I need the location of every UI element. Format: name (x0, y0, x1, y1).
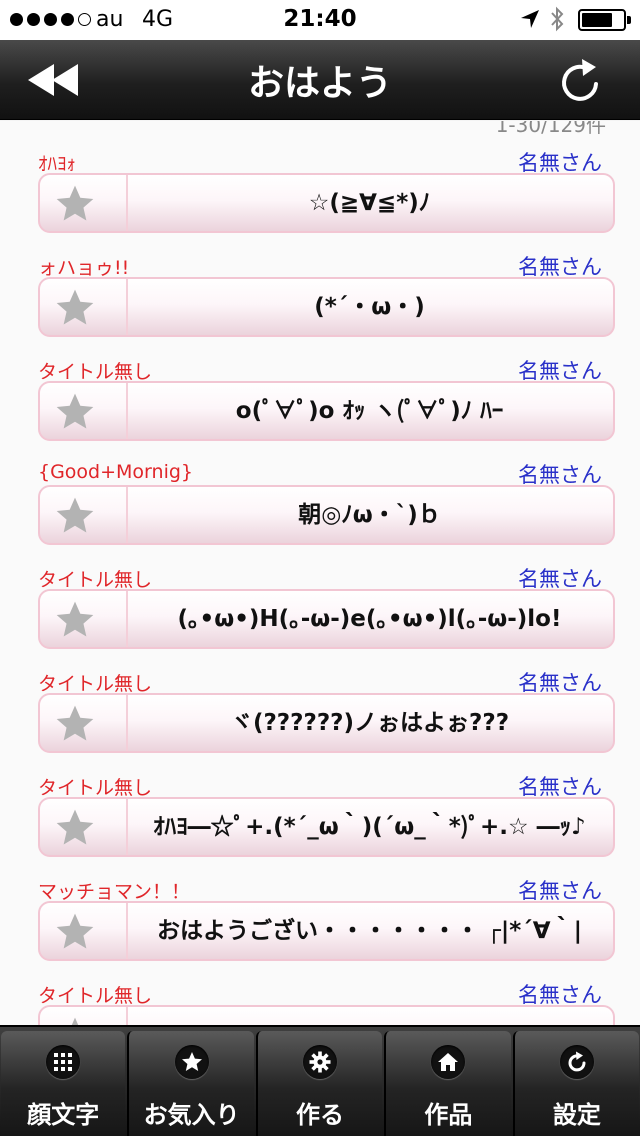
star-icon[interactable] (52, 1014, 98, 1025)
divider (126, 175, 128, 231)
divider (126, 591, 128, 647)
kaomoji-card[interactable]: おはようござい・・・・・・・ ┌|*´∀｀| (38, 901, 615, 961)
divider (126, 1007, 128, 1025)
result-counter: 1-30/129件 (495, 121, 606, 137)
divider (126, 903, 128, 959)
star-icon (174, 1045, 209, 1079)
kaomoji-card[interactable]: o(ﾟ∀ﾟ)o ｵｯ ヽ(ﾟ∀ﾟ)ﾉ ﾊｰ (38, 381, 615, 441)
entry-title: タイトル無し (38, 985, 153, 1007)
refresh-icon (559, 1045, 594, 1079)
bluetooth-icon (551, 6, 564, 32)
kaomoji-card[interactable]: ☆(≧∀≦*)ﾉ (38, 173, 615, 233)
home-icon (431, 1045, 466, 1079)
entry-title: タイトル無し (38, 777, 153, 799)
list-item[interactable]: {Good+Mornig} 名無さん 朝◎ﾉω・`)ｂ (0, 461, 640, 565)
divider (126, 487, 128, 543)
kaomoji-card[interactable]: 朝◎ﾉω・`)ｂ (38, 485, 615, 545)
kaomoji-card[interactable]: (*´・ω・) (38, 277, 615, 337)
entry-title: {Good+Mornig} (38, 461, 194, 483)
list-item[interactable]: タイトル無し 名無さん ヾ(??????)ノぉはよぉ??? (0, 669, 640, 773)
entry-title: マッチョマン！！ (38, 881, 191, 903)
star-icon[interactable] (52, 598, 98, 642)
tab-kaomoji[interactable]: 顔文字 (1, 1031, 126, 1136)
tab-label: 作品 (424, 1101, 473, 1129)
list-item[interactable]: マッチョマン！！ 名無さん おはようござい・・・・・・・ ┌|*´∀｀| (0, 877, 640, 981)
divider (126, 695, 128, 751)
kaomoji-text[interactable]: ☆(≧∀≦*)ﾉ (130, 175, 609, 231)
battery-icon (578, 9, 631, 31)
navigation-bar: おはよう (0, 40, 640, 120)
entry-title: ｵﾊﾖｫ (38, 153, 77, 175)
kaomoji-text[interactable]: o(ﾟ∀ﾟ)o ｵｯ ヽ(ﾟ∀ﾟ)ﾉ ﾊｰ (130, 383, 609, 439)
list-item[interactable]: タイトル無し 名無さん o(ﾟ∀ﾟ)o ｵｯ ヽ(ﾟ∀ﾟ)ﾉ ﾊｰ (0, 357, 640, 461)
status-time: 21:40 (283, 6, 357, 32)
kaomoji-text[interactable]: ｵﾊﾖ―☆ﾟ+.(*´_ω｀)(´ω_｀*)ﾟ+.☆ ―ｯ♪ (130, 799, 609, 855)
star-icon[interactable] (52, 806, 98, 850)
divider (126, 383, 128, 439)
tab-label: 作る (296, 1101, 345, 1129)
divider (126, 279, 128, 335)
tab-bar: 顔文字 お気入り 作る 作品 設定 (0, 1025, 640, 1136)
tab-create[interactable]: 作る (255, 1031, 383, 1136)
location-arrow-icon (521, 10, 539, 28)
kaomoji-text[interactable]: おはようござい・・・・・・・ ┌|*´∀｀| (130, 903, 609, 959)
star-icon[interactable] (52, 182, 98, 226)
kaomoji-text[interactable]: (*´・ω・) (130, 279, 609, 335)
list-item[interactable]: タイトル無し 名無さん (｡•ω•)H(｡-ω-)e(｡•ω•)l(｡-ω-)lo! (0, 565, 640, 669)
tab-label: 設定 (552, 1101, 601, 1129)
star-icon[interactable] (52, 286, 98, 330)
kaomoji-card[interactable]: ヾ(??????)ノぉはよぉ??? (38, 693, 615, 753)
tab-works[interactable]: 作品 (384, 1031, 511, 1136)
tab-favorites[interactable]: お気入り (127, 1031, 254, 1136)
kaomoji-text[interactable] (130, 1007, 609, 1025)
tab-label: お気入り (143, 1101, 240, 1129)
refresh-icon[interactable] (556, 56, 608, 108)
star-icon[interactable] (52, 390, 98, 434)
star-icon[interactable] (52, 910, 98, 954)
kaomoji-text[interactable]: (｡•ω•)H(｡-ω-)e(｡•ω•)l(｡-ω-)lo! (130, 591, 609, 647)
kaomoji-card[interactable] (38, 1005, 615, 1025)
star-icon[interactable] (52, 494, 98, 538)
divider (126, 799, 128, 855)
gear-icon (303, 1045, 338, 1079)
kaomoji-text[interactable]: ヾ(??????)ノぉはよぉ??? (130, 695, 609, 751)
list-item[interactable]: ォハョゥ!! 名無さん (*´・ω・) (0, 253, 640, 357)
star-icon[interactable] (52, 702, 98, 746)
list-item[interactable]: タイトル無し 名無さん (0, 981, 640, 1025)
page-title: おはよう (247, 63, 392, 104)
entry-title: タイトル無し (38, 569, 153, 591)
kaomoji-card[interactable]: ｵﾊﾖ―☆ﾟ+.(*´_ω｀)(´ω_｀*)ﾟ+.☆ ―ｯ♪ (38, 797, 615, 857)
kaomoji-list[interactable]: 1-30/129件 ｵﾊﾖｫ 名無さん ☆(≧∀≦*)ﾉ ォハョゥ!! 名無さん (*´・… (0, 121, 640, 1025)
list-item[interactable]: タイトル無し 名無さん ｵﾊﾖ―☆ﾟ+.(*´_ω｀)(´ω_｀*)ﾟ+.☆ ―ｯ♪ (0, 773, 640, 877)
status-bar: au 4G 21:40 (0, 0, 640, 40)
kaomoji-text[interactable]: 朝◎ﾉω・`)ｂ (130, 487, 609, 543)
entry-title: タイトル無し (38, 361, 153, 383)
entry-title: タイトル無し (38, 673, 153, 695)
list-item[interactable]: ｵﾊﾖｫ 名無さん ☆(≧∀≦*)ﾉ (0, 149, 640, 253)
grid-icon (46, 1045, 81, 1079)
entry-title: ォハョゥ!! (38, 257, 130, 279)
tab-label: 顔文字 (27, 1101, 100, 1129)
tab-settings[interactable]: 設定 (512, 1031, 640, 1136)
kaomoji-card[interactable]: (｡•ω•)H(｡-ω-)e(｡•ω•)l(｡-ω-)lo! (38, 589, 615, 649)
